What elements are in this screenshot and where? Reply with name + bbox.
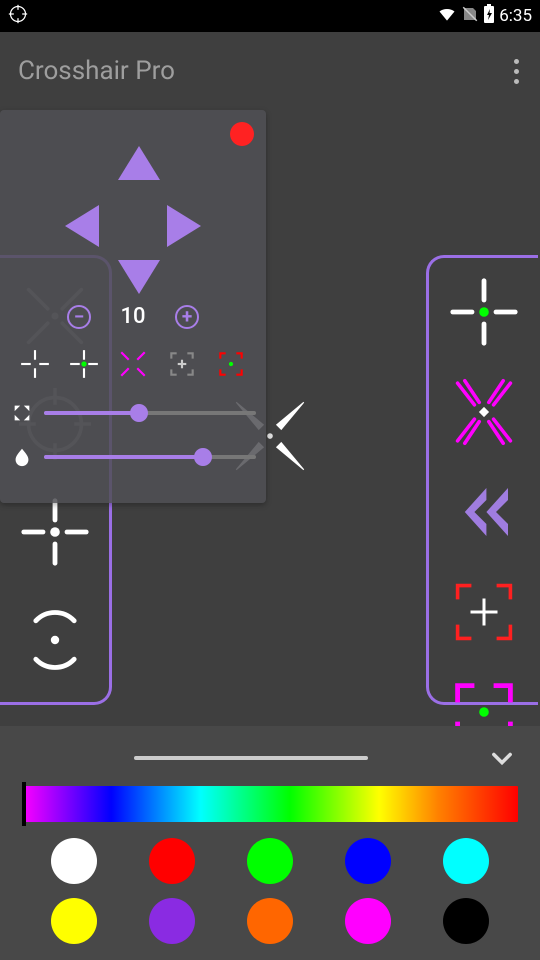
- mini-cross-green-dot[interactable]: [67, 347, 101, 381]
- swatch-1[interactable]: [149, 838, 195, 884]
- swatch-7[interactable]: [247, 898, 293, 944]
- right-preset-rail: [426, 255, 538, 705]
- target-icon: [8, 4, 28, 29]
- color-picker-sheet: [0, 726, 540, 960]
- color-swatches: [34, 838, 506, 944]
- swatch-2[interactable]: [247, 838, 293, 884]
- mini-x-magenta[interactable]: [116, 347, 150, 381]
- size-slider[interactable]: [44, 411, 256, 415]
- swatch-9[interactable]: [443, 898, 489, 944]
- swatch-4[interactable]: [443, 838, 489, 884]
- dpad-right[interactable]: [167, 205, 201, 247]
- swatch-5[interactable]: [51, 898, 97, 944]
- status-bar: 6:35: [0, 0, 540, 32]
- preset-broken-circle[interactable]: [15, 600, 95, 680]
- main-area: − 10 +: [0, 110, 540, 726]
- swatch-6[interactable]: [149, 898, 195, 944]
- app-header: Crosshair Pro: [0, 32, 540, 110]
- dpad-down[interactable]: [118, 260, 160, 294]
- swatch-3[interactable]: [345, 838, 391, 884]
- preset-chevron-left[interactable]: [444, 476, 524, 548]
- preset-plus-dot[interactable]: [15, 492, 95, 572]
- spectrum-slider[interactable]: [22, 786, 518, 822]
- size-icon: [10, 401, 34, 425]
- sheet-handle[interactable]: [134, 756, 368, 760]
- wifi-icon: [437, 4, 457, 29]
- app-title: Crosshair Pro: [12, 56, 175, 86]
- step-minus-button[interactable]: −: [67, 305, 91, 329]
- spectrum-cursor[interactable]: [22, 782, 26, 826]
- dpad-up[interactable]: [118, 146, 160, 180]
- opacity-icon: [10, 445, 34, 469]
- mini-preset-row: [10, 347, 256, 381]
- swatch-0[interactable]: [51, 838, 97, 884]
- swatch-8[interactable]: [345, 898, 391, 944]
- preset-x-magenta-slash[interactable]: [444, 376, 524, 448]
- menu-button[interactable]: [504, 49, 528, 94]
- mini-brackets-green[interactable]: [214, 347, 248, 381]
- preset-brackets-red-plus[interactable]: [444, 576, 524, 648]
- step-value: 10: [113, 304, 153, 329]
- status-time: 6:35: [499, 6, 532, 26]
- record-indicator[interactable]: [230, 122, 254, 146]
- dpad-left[interactable]: [65, 205, 99, 247]
- control-panel[interactable]: − 10 +: [0, 110, 266, 503]
- opacity-slider[interactable]: [44, 455, 256, 459]
- preview-area: − 10 +: [0, 110, 540, 726]
- sim-icon: [461, 5, 479, 28]
- step-plus-button[interactable]: +: [175, 305, 199, 329]
- dpad: [53, 140, 213, 300]
- mini-brackets-gray[interactable]: [165, 347, 199, 381]
- preset-plus-green-dot[interactable]: [444, 276, 524, 348]
- battery-icon: [483, 4, 495, 29]
- collapse-button[interactable]: [488, 744, 516, 772]
- mini-cross-white[interactable]: [18, 347, 52, 381]
